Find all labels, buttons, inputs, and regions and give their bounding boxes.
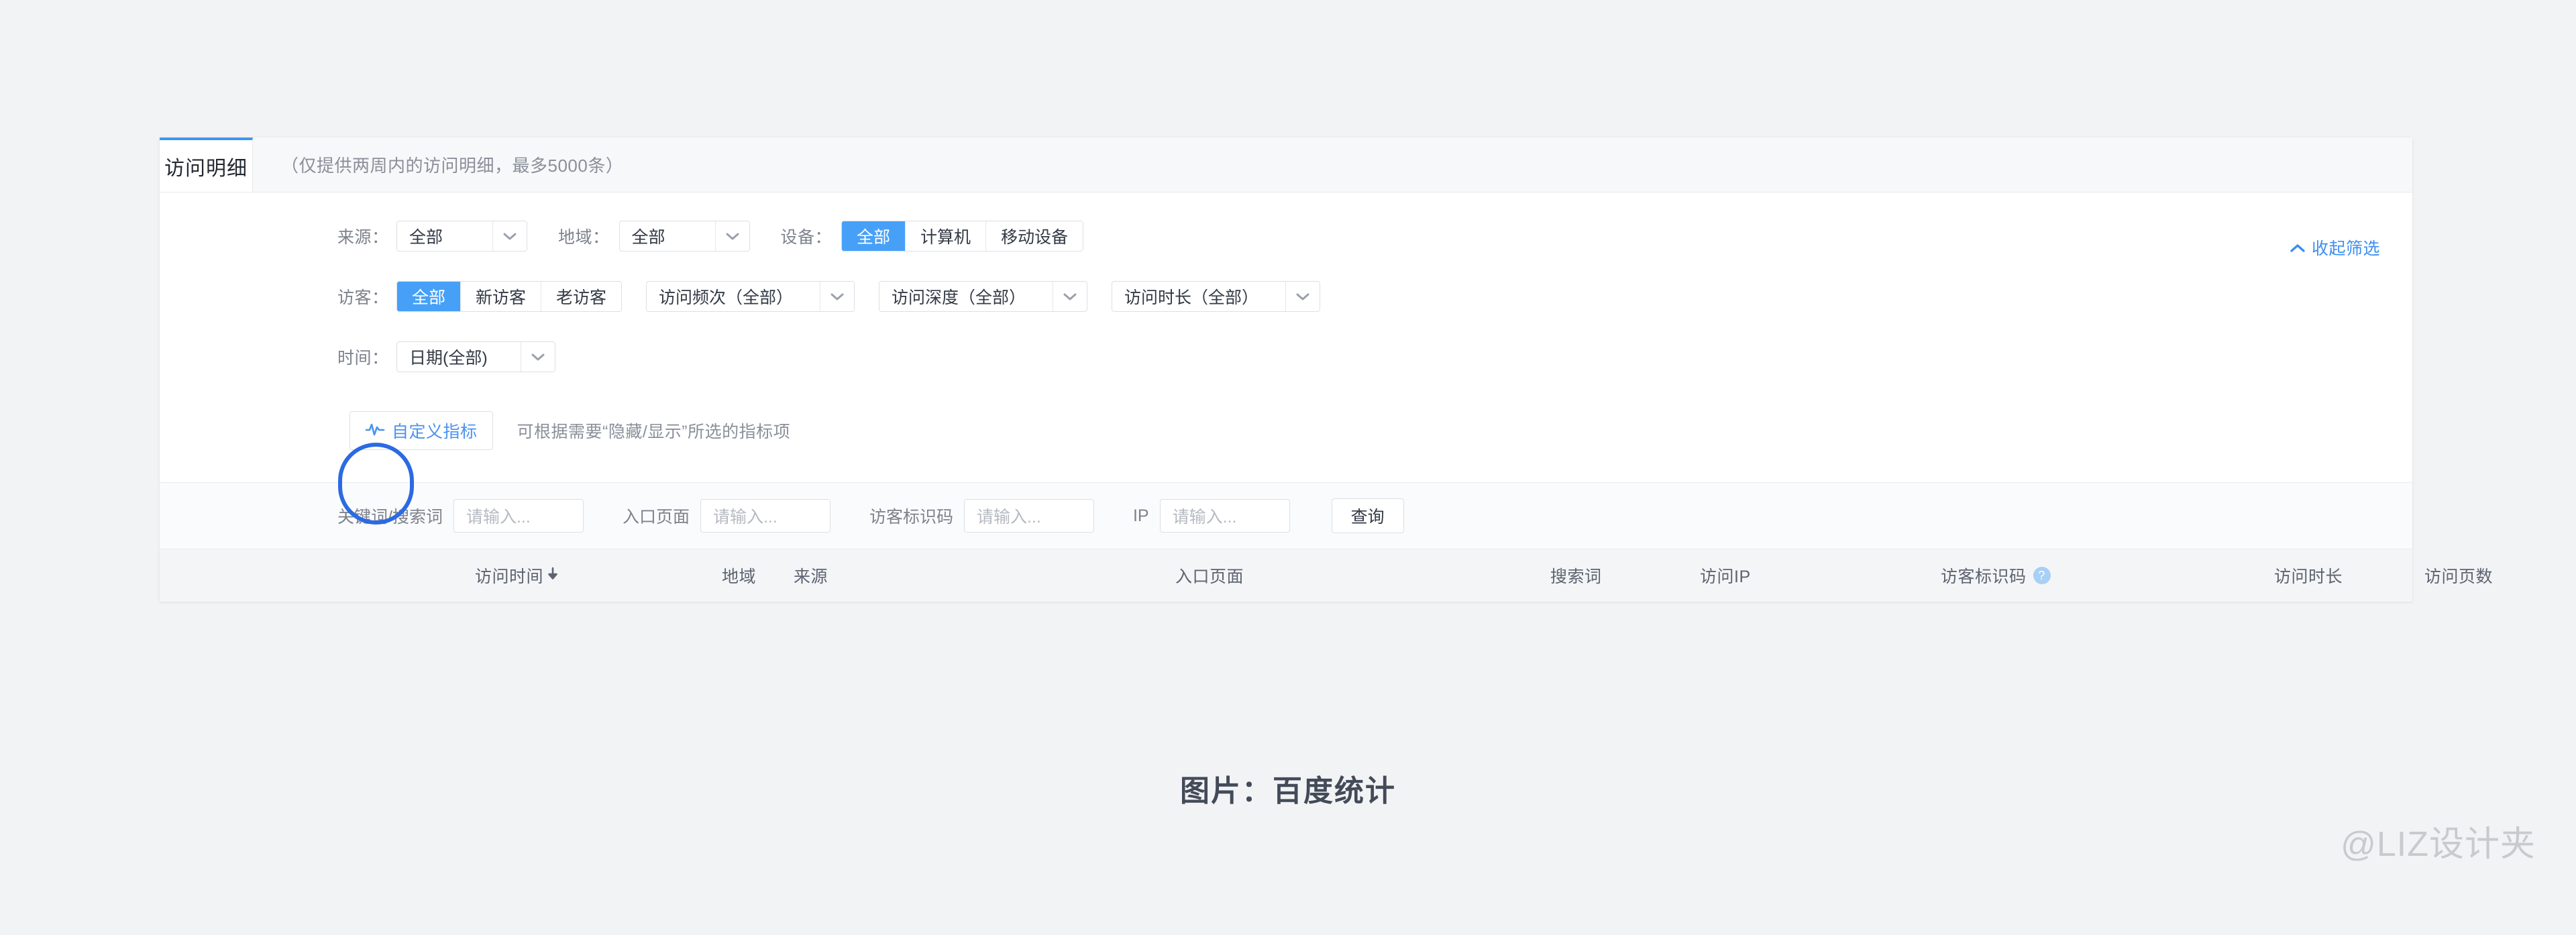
visitor-segment-group: 全部 新访客 老访客 xyxy=(396,281,623,312)
visitor-id-label: 访客标识码 xyxy=(869,508,953,527)
tab-note: （仅提供两周内的访问明细，最多5000条） xyxy=(281,156,624,176)
column-header-visit-ip[interactable]: 访问IP xyxy=(1700,563,1751,588)
column-header-source[interactable]: 来源 xyxy=(794,563,828,588)
area-select[interactable]: 全部 xyxy=(619,221,750,252)
chevron-down-icon xyxy=(521,342,555,372)
sort-descending-icon xyxy=(546,566,559,586)
visit-detail-card: 访问明细 （仅提供两周内的访问明细，最多5000条） 收起筛选 来源： 全部 地… xyxy=(160,138,2493,602)
chevron-down-icon xyxy=(492,221,527,251)
date-select[interactable]: 日期(全部) xyxy=(396,341,555,372)
visit-duration-value: 访问时长（全部） xyxy=(1124,288,1259,307)
column-header-region[interactable]: 地域 xyxy=(722,563,756,588)
chevron-down-icon xyxy=(1053,282,1087,311)
chevron-down-icon xyxy=(1285,282,1320,311)
query-button[interactable]: 查询 xyxy=(1331,498,1404,533)
visit-frequency-value: 访问频次（全部） xyxy=(659,288,794,307)
column-header-visit-time[interactable]: 访问时间 xyxy=(475,563,559,588)
keyword-label: 关键词/搜索词 xyxy=(337,508,443,527)
ip-input[interactable]: 请输入... xyxy=(1159,499,1290,533)
column-header-visit-duration[interactable]: 访问时长 xyxy=(2274,563,2343,588)
filter-row-time: 时间： 日期(全部) xyxy=(160,332,2412,382)
device-option-all[interactable]: 全部 xyxy=(842,221,906,251)
column-header-visit-time-label: 访问时间 xyxy=(475,567,544,586)
visit-depth-select[interactable]: 访问深度（全部） xyxy=(879,281,1088,312)
column-header-entry-page[interactable]: 入口页面 xyxy=(1175,563,1244,588)
pulse-icon xyxy=(365,421,385,441)
search-bar: 关键词/搜索词 请输入... 入口页面 请输入... 访客标识码 请输入... … xyxy=(160,483,2412,549)
chevron-down-icon xyxy=(820,282,855,311)
entry-page-label: 入口页面 xyxy=(622,508,690,527)
device-option-computer[interactable]: 计算机 xyxy=(906,221,987,251)
column-header-page-views[interactable]: 访问页数 xyxy=(2424,563,2493,588)
filter-panel: 收起筛选 来源： 全部 地域： 全部 设备： 全部 计算机 移动设备 访客： 全… xyxy=(160,211,2412,525)
collapse-filters-label: 收起筛选 xyxy=(2311,239,2380,258)
tab-visit-detail[interactable]: 访问明细 xyxy=(160,138,253,192)
custom-metric-label: 自定义指标 xyxy=(392,423,478,441)
watermark: @LIZ设计夹 xyxy=(2341,825,2536,864)
column-header-visitor-id-label: 访客标识码 xyxy=(1941,567,2027,586)
column-header-search-term[interactable]: 搜索词 xyxy=(1550,563,1602,588)
tab-bar: 访问明细 （仅提供两周内的访问明细，最多5000条） xyxy=(160,138,2412,192)
tab-visit-detail-label: 访问明细 xyxy=(164,157,248,180)
keyword-input[interactable]: 请输入... xyxy=(453,499,584,533)
area-select-value: 全部 xyxy=(631,228,665,247)
visitor-label: 访客： xyxy=(337,288,389,307)
chevron-up-icon xyxy=(2290,238,2305,258)
source-select[interactable]: 全部 xyxy=(396,221,527,252)
device-segment-group: 全部 计算机 移动设备 xyxy=(841,221,1084,252)
custom-metric-row: 自定义指标 可根据需要“隐藏/显示”所选的指标项 xyxy=(160,411,2412,450)
custom-metric-hint: 可根据需要“隐藏/显示”所选的指标项 xyxy=(517,423,791,441)
source-label: 来源： xyxy=(337,228,389,247)
device-label: 设备： xyxy=(780,228,833,247)
chevron-down-icon xyxy=(714,221,749,251)
filter-row-source: 来源： 全部 地域： 全部 设备： 全部 计算机 移动设备 xyxy=(160,211,2412,261)
date-select-value: 日期(全部) xyxy=(409,349,488,368)
ip-label: IP xyxy=(1132,506,1149,525)
visit-depth-value: 访问深度（全部） xyxy=(892,288,1026,307)
visitor-option-new[interactable]: 新访客 xyxy=(461,282,542,311)
visit-duration-select[interactable]: 访问时长（全部） xyxy=(1112,281,1321,312)
filter-row-visitor: 访客： 全部 新访客 老访客 访问频次（全部） 访问深度（全部） 访问时长（全部… xyxy=(160,272,2412,321)
entry-page-input[interactable]: 请输入... xyxy=(700,499,830,533)
custom-metric-button[interactable]: 自定义指标 xyxy=(350,411,493,450)
area-label: 地域： xyxy=(558,228,610,247)
visitor-id-input[interactable]: 请输入... xyxy=(963,499,1094,533)
figure-caption: 图片：百度统计 xyxy=(1180,775,1396,808)
visit-frequency-select[interactable]: 访问频次（全部） xyxy=(646,281,855,312)
table-header-row: 访问时间 地域 来源 入口页面 搜索词 访问IP 访客标识码 ? 访问时长 访问… xyxy=(160,549,2493,602)
source-select-value: 全部 xyxy=(409,228,443,247)
collapse-filters-link[interactable]: 收起筛选 xyxy=(2290,235,2380,260)
visitor-option-returning[interactable]: 老访客 xyxy=(541,282,622,311)
help-icon[interactable]: ? xyxy=(2033,567,2051,584)
device-option-mobile[interactable]: 移动设备 xyxy=(986,221,1083,251)
visitor-option-all[interactable]: 全部 xyxy=(397,282,462,311)
column-header-visitor-id[interactable]: 访客标识码 ? xyxy=(1941,563,2051,588)
time-label: 时间： xyxy=(337,349,389,368)
